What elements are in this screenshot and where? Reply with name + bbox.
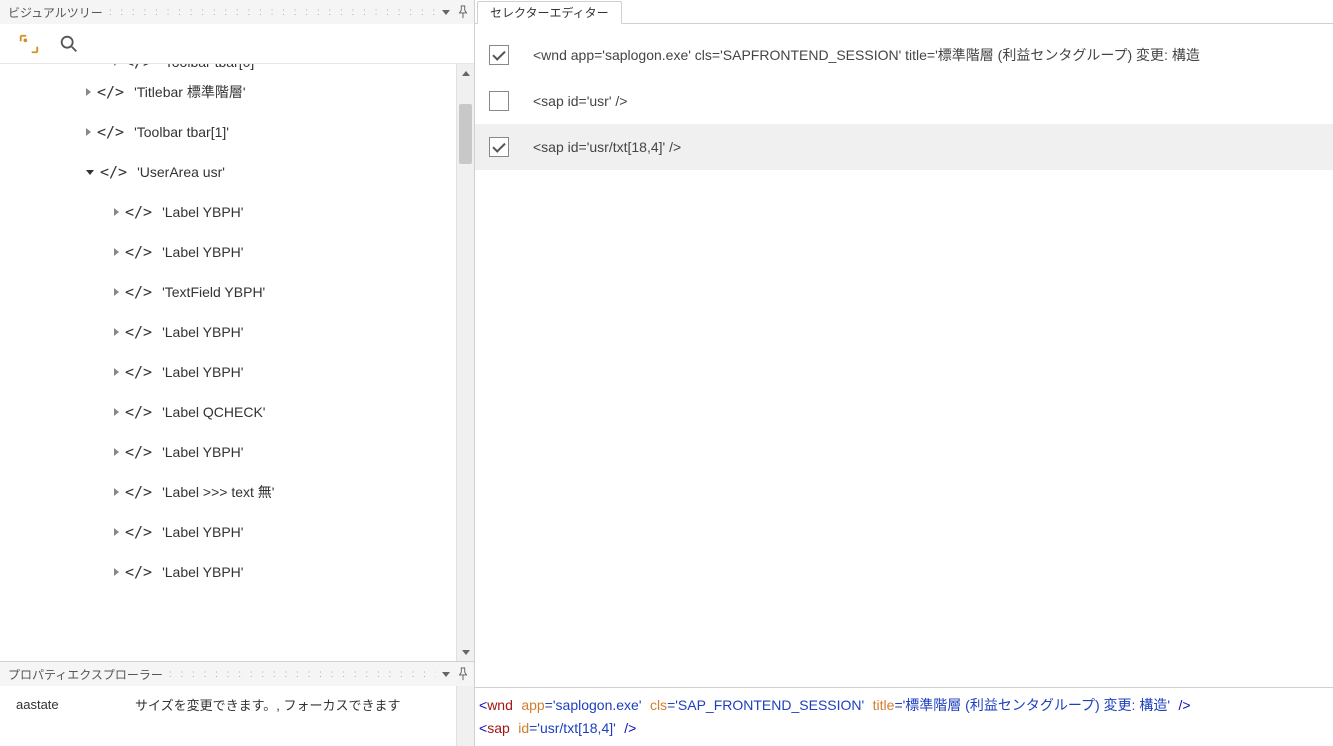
selector-row[interactable]: <wnd app='saplogon.exe' cls='SAPFRONTEND… — [475, 32, 1333, 78]
tree-row[interactable]: </> 'Toolbar tbar[0]' — [0, 64, 456, 72]
property-row: aastateサイズを変更できます。, フォーカスできます — [0, 686, 456, 722]
chevron-right-icon[interactable] — [114, 448, 119, 456]
selector-checkbox[interactable] — [489, 137, 509, 157]
element-tag-icon: </> — [100, 163, 127, 181]
tree-label: 'Label YBPH' — [162, 204, 243, 220]
pin-icon[interactable] — [456, 5, 470, 19]
tree-row[interactable]: </> 'Label YBPH' — [0, 312, 456, 352]
selector-row[interactable]: <sap id='usr/txt[18,4]' /> — [475, 124, 1333, 170]
element-tag-icon: </> — [125, 563, 152, 581]
element-tag-icon: </> — [125, 443, 152, 461]
panel-menu-caret-icon[interactable] — [442, 10, 450, 15]
chevron-right-icon[interactable] — [114, 248, 119, 256]
tree-row[interactable]: </> 'TextField YBPH' — [0, 272, 456, 312]
tree-label: 'Label YBPH' — [162, 324, 243, 340]
tree-label: 'Label YBPH' — [162, 364, 243, 380]
chevron-right-icon[interactable] — [114, 208, 119, 216]
tree-label: 'Toolbar tbar[1]' — [134, 124, 229, 140]
visual-tree-title: ビジュアルツリー — [8, 4, 103, 21]
selector-list: <wnd app='saplogon.exe' cls='SAPFRONTEND… — [475, 24, 1333, 170]
tree-row[interactable]: </> 'Toolbar tbar[1]' — [0, 112, 456, 152]
tree-label: 'Label YBPH' — [162, 244, 243, 260]
header-dots: : : : : : : : : : : : : : : : : : : : : … — [109, 7, 436, 18]
tree-row[interactable]: </> 'UserArea usr' — [0, 152, 456, 192]
selector-text: <wnd app='saplogon.exe' cls='SAPFRONTEND… — [533, 45, 1200, 65]
chevron-right-icon[interactable] — [86, 88, 91, 96]
tree-label: 'Label >>> text 無' — [162, 482, 274, 502]
header-dots: : : : : : : : : : : : : : : : : : : : : … — [169, 669, 436, 680]
tree-label: 'Label QCHECK' — [162, 404, 265, 420]
chevron-right-icon[interactable] — [114, 488, 119, 496]
element-tag-icon: </> — [125, 64, 152, 71]
property-scrollbar[interactable] — [456, 686, 474, 746]
tree-row[interactable]: </> 'Label YBPH' — [0, 192, 456, 232]
editor-tabs: セレクターエディター — [475, 0, 1333, 24]
panel-menu-caret-icon[interactable] — [442, 672, 450, 677]
element-tag-icon: </> — [97, 83, 124, 101]
search-icon[interactable] — [58, 33, 80, 55]
chevron-right-icon[interactable] — [114, 64, 119, 66]
selector-checkbox[interactable] — [489, 45, 509, 65]
chevron-right-icon[interactable] — [114, 408, 119, 416]
chevron-right-icon[interactable] — [114, 328, 119, 336]
element-tag-icon: </> — [97, 123, 124, 141]
chevron-right-icon[interactable] — [114, 528, 119, 536]
selector-xml-view[interactable]: <wnd app='saplogon.exe' cls='SAP_FRONTEN… — [475, 687, 1333, 746]
property-explorer-header: プロパティエクスプローラー : : : : : : : : : : : : : … — [0, 662, 474, 686]
chevron-down-icon[interactable] — [86, 170, 94, 175]
tree-row[interactable]: </> 'Label YBPH' — [0, 512, 456, 552]
selector-text: <sap id='usr' /> — [533, 93, 627, 109]
visual-tree[interactable]: </>'Toolbar tbar[0]'</>'Titlebar 標準階層'</… — [0, 64, 456, 592]
property-explorer-title: プロパティエクスプローラー — [8, 666, 163, 683]
tree-scrollbar[interactable] — [456, 64, 474, 661]
tree-row[interactable]: </> 'Label QCHECK' — [0, 392, 456, 432]
tree-label: 'Label YBPH' — [162, 444, 243, 460]
element-tag-icon: </> — [125, 363, 152, 381]
chevron-right-icon[interactable] — [114, 568, 119, 576]
property-key: aastate — [0, 697, 135, 712]
highlight-target-icon[interactable] — [18, 33, 40, 55]
chevron-right-icon[interactable] — [114, 288, 119, 296]
visual-tree-toolbar — [0, 24, 474, 64]
visual-tree-header: ビジュアルツリー : : : : : : : : : : : : : : : :… — [0, 0, 474, 24]
element-tag-icon: </> — [125, 243, 152, 261]
property-table: aastateサイズを変更できます。, フォーカスできます — [0, 686, 456, 746]
element-tag-icon: </> — [125, 203, 152, 221]
tab-selector-editor[interactable]: セレクターエディター — [477, 1, 622, 24]
tree-row[interactable]: </> 'Label >>> text 無' — [0, 472, 456, 512]
tree-label: 'Titlebar 標準階層' — [134, 82, 245, 102]
scroll-up-icon[interactable] — [457, 64, 474, 82]
tree-label: 'Label YBPH' — [162, 564, 243, 580]
element-tag-icon: </> — [125, 403, 152, 421]
scroll-thumb[interactable] — [459, 104, 472, 164]
chevron-right-icon[interactable] — [86, 128, 91, 136]
tree-row[interactable]: </> 'Label YBPH' — [0, 432, 456, 472]
tree-label: 'Label YBPH' — [162, 524, 243, 540]
element-tag-icon: </> — [125, 483, 152, 501]
tree-label: 'UserArea usr' — [137, 164, 225, 180]
tree-row[interactable]: </> 'Label YBPH' — [0, 352, 456, 392]
tree-row[interactable]: </> 'Label YBPH' — [0, 232, 456, 272]
tree-row[interactable]: </> 'Titlebar 標準階層' — [0, 72, 456, 112]
tree-label: 'TextField YBPH' — [162, 284, 265, 300]
property-value: サイズを変更できます。, フォーカスできます — [135, 695, 456, 714]
element-tag-icon: </> — [125, 323, 152, 341]
selector-checkbox[interactable] — [489, 91, 509, 111]
element-tag-icon: </> — [125, 283, 152, 301]
element-tag-icon: </> — [125, 523, 152, 541]
tree-row[interactable]: </> 'Label YBPH' — [0, 552, 456, 592]
tree-label: 'Toolbar tbar[0]' — [162, 64, 257, 70]
scroll-down-icon[interactable] — [457, 643, 474, 661]
selector-text: <sap id='usr/txt[18,4]' /> — [533, 139, 681, 155]
chevron-right-icon[interactable] — [114, 368, 119, 376]
selector-row[interactable]: <sap id='usr' /> — [475, 78, 1333, 124]
pin-icon[interactable] — [456, 667, 470, 681]
